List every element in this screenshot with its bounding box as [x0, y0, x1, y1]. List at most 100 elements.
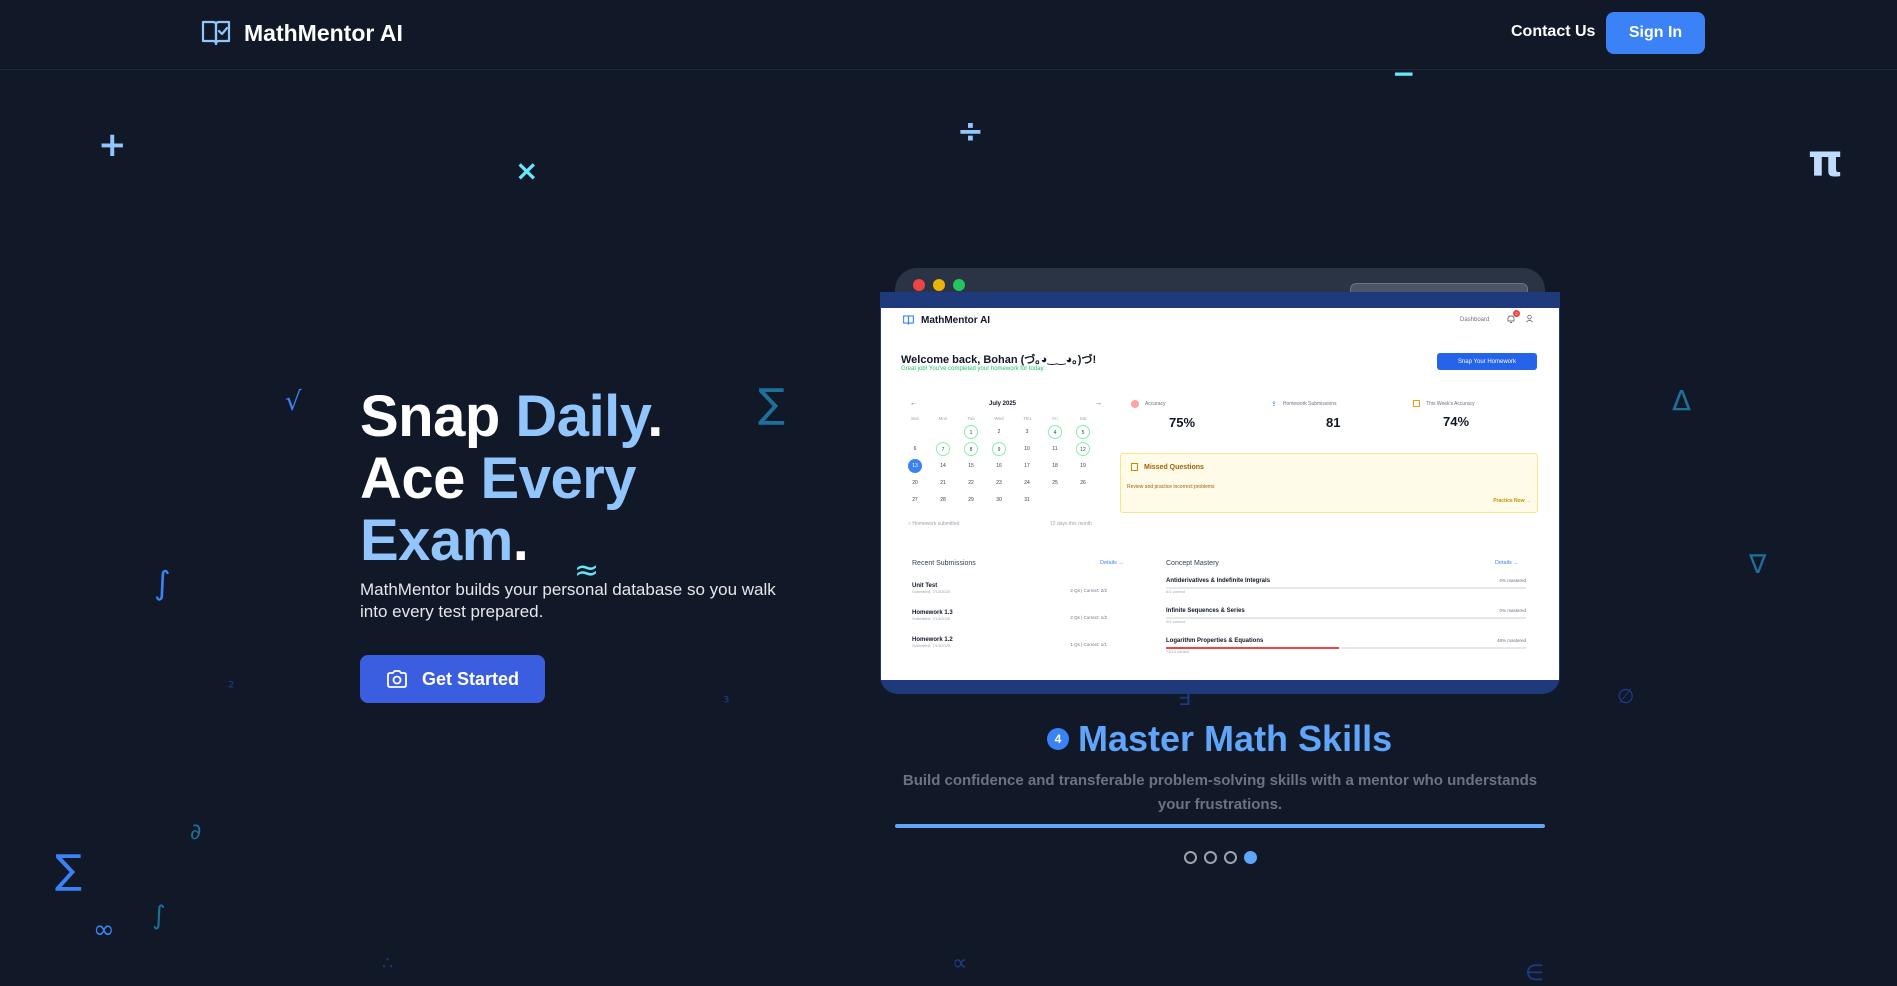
- concept-title: Infinite Sequences & Series: [1166, 608, 1245, 614]
- missed-title-row: Missed Questions: [1131, 463, 1204, 471]
- hero-title-period: .: [647, 384, 663, 449]
- hero-title-highlight: Exam: [360, 508, 513, 573]
- calendar-day: 29: [968, 497, 974, 503]
- concept-details-link: Details →: [1495, 560, 1519, 566]
- sqrt-symbol: √: [285, 387, 302, 417]
- calendar-row: 13 14 15 16 17 18 19: [908, 459, 1090, 476]
- slide-title: 4 Master Math Skills: [1047, 718, 1392, 760]
- concept-mastery: 48% mastered: [1496, 638, 1526, 643]
- mockup-welcome: Welcome back, Bohan (づ｡◕‿‿◕｡)づ!: [901, 354, 1097, 366]
- carousel-dot-3[interactable]: [1224, 851, 1237, 864]
- weekday: Sun: [910, 416, 919, 421]
- plus-symbol: +: [98, 125, 127, 165]
- minus-symbol: −: [1392, 57, 1416, 90]
- hero-title-period: .: [512, 508, 529, 573]
- weekday: Mon: [938, 416, 948, 421]
- integral-symbol: ∫: [154, 564, 171, 602]
- calendar-day: 15: [968, 463, 974, 469]
- top-nav: MathMentor AI Contact Us Sign In: [0, 0, 1897, 70]
- calendar-day: 19: [1080, 463, 1086, 469]
- concept-correct: 73/14 correct: [1166, 649, 1190, 654]
- get-started-label: Get Started: [421, 668, 520, 689]
- practice-now-link: Practice Now →: [1493, 498, 1531, 504]
- carousel-dot-4[interactable]: [1244, 851, 1257, 864]
- submission-score: 2 Qs | Correct: 2/2: [1070, 588, 1107, 593]
- carousel-dot-1[interactable]: [1184, 851, 1197, 864]
- hero-title-highlight: Daily: [515, 384, 648, 449]
- calendar-day: 8: [964, 442, 978, 456]
- submission-item: Unit Test Submitted: 7/13/2025 2 Qs | Co…: [912, 583, 1107, 594]
- open-book-check-icon: [903, 315, 914, 325]
- calendar-day: 17: [1024, 463, 1030, 469]
- open-book-check-icon: [201, 20, 231, 46]
- calendar-day: 18: [1052, 463, 1058, 469]
- calendar-day: 2: [997, 429, 1001, 435]
- concept-mastery-title: Concept Mastery: [1166, 560, 1219, 567]
- stat-label: This Week's Accuracy: [1426, 400, 1475, 407]
- concept-item: Antiderivatives & Indefinite Integrals 0…: [1166, 578, 1526, 594]
- mockup-welcome-sub: Great job! You've completed your homewor…: [901, 366, 1045, 372]
- slide-description: Build confidence and transferable proble…: [902, 772, 1538, 813]
- weekday: Tue: [967, 416, 975, 421]
- calendar-day: 22: [968, 480, 974, 486]
- concept-mastery: 0% mastered: [1499, 608, 1526, 613]
- weekday: Sat: [1079, 416, 1087, 421]
- window-maximize-dot: [953, 279, 965, 291]
- calendar-day: 16: [996, 463, 1002, 469]
- hero-title-word: Ace: [360, 446, 481, 511]
- calendar-day: 25: [1052, 480, 1058, 486]
- calendar-day: 14: [940, 463, 946, 469]
- contact-us-link[interactable]: Contact Us: [1511, 23, 1595, 41]
- recent-details-link: Details →: [1100, 560, 1124, 566]
- submission-item: Homework 1.2 Submitted: 7/13/2025 1 Qs |…: [912, 637, 1107, 648]
- sign-in-button[interactable]: Sign In: [1606, 12, 1705, 54]
- stat-value: 74%: [1443, 414, 1470, 429]
- check-circle-icon: ○: [908, 521, 912, 527]
- calendar-day: 5: [1076, 425, 1090, 439]
- stat-label-row: Accuracy: [1131, 400, 1231, 408]
- cubed-symbol: ³: [723, 693, 730, 712]
- stat-value: 81: [1326, 415, 1341, 430]
- calendar-day: 26: [1080, 480, 1086, 486]
- stat-label: Accuracy: [1145, 401, 1166, 407]
- empty-set-symbol: ∅: [1617, 684, 1635, 708]
- calendar-day: 9: [992, 442, 1006, 456]
- weekday: Fri: [1052, 416, 1058, 421]
- partial-symbol: ∂: [190, 820, 202, 845]
- calendar-day: 21: [940, 480, 946, 486]
- calendar-row: 20 21 22 23 24 25 26: [908, 476, 1090, 493]
- divide-symbol: ÷: [957, 112, 984, 150]
- times-symbol: ×: [515, 154, 539, 187]
- dashboard-screenshot: MathMentor AI Dashboard 2 Welcome back, …: [881, 308, 1559, 680]
- calendar-day: [1076, 493, 1090, 507]
- calendar-day: 24: [1024, 480, 1030, 486]
- calendar-day: 11: [1052, 446, 1058, 452]
- mockup-nav-dashboard: Dashboard: [1460, 317, 1490, 323]
- calendar-month: July 2025: [989, 401, 1017, 407]
- calendar-day: 10: [1024, 446, 1030, 452]
- calendar-prev-icon: ←: [910, 400, 917, 407]
- calendar-day: 30: [996, 497, 1002, 503]
- squared-symbol: ²: [228, 678, 235, 697]
- clipboard-icon: [1131, 463, 1138, 471]
- concept-item: Logarithm Properties & Equations 48% mas…: [1166, 638, 1526, 654]
- stat-label-row: This Week's Accuracy: [1413, 400, 1523, 407]
- calendar-legend: ○ Homework submitted: [908, 521, 959, 527]
- calendar-day: 7: [936, 442, 950, 456]
- brand[interactable]: MathMentor AI: [200, 17, 403, 49]
- concept-correct: 0/1 correct: [1166, 619, 1185, 624]
- mockup-brand-name: MathMentor AI: [921, 314, 991, 326]
- upload-icon: ⇪: [1271, 401, 1277, 408]
- delta-symbol: Δ: [1672, 384, 1692, 417]
- carousel-dot-2[interactable]: [1204, 851, 1217, 864]
- brand-name: MathMentor AI: [244, 19, 403, 46]
- proportional-symbol: ∝: [952, 951, 968, 976]
- calendar-legend-label: Homework submitted: [912, 521, 960, 527]
- calendar-day: 1: [964, 425, 978, 439]
- mockup-brand: MathMentor AI: [902, 314, 990, 326]
- calendar-next-icon: →: [1095, 400, 1102, 407]
- user-icon: [1526, 314, 1533, 323]
- get-started-button[interactable]: Get Started: [360, 655, 545, 703]
- hero-title-highlight: Every: [480, 446, 637, 511]
- stat-card-accuracy: Accuracy 75%: [1131, 400, 1231, 430]
